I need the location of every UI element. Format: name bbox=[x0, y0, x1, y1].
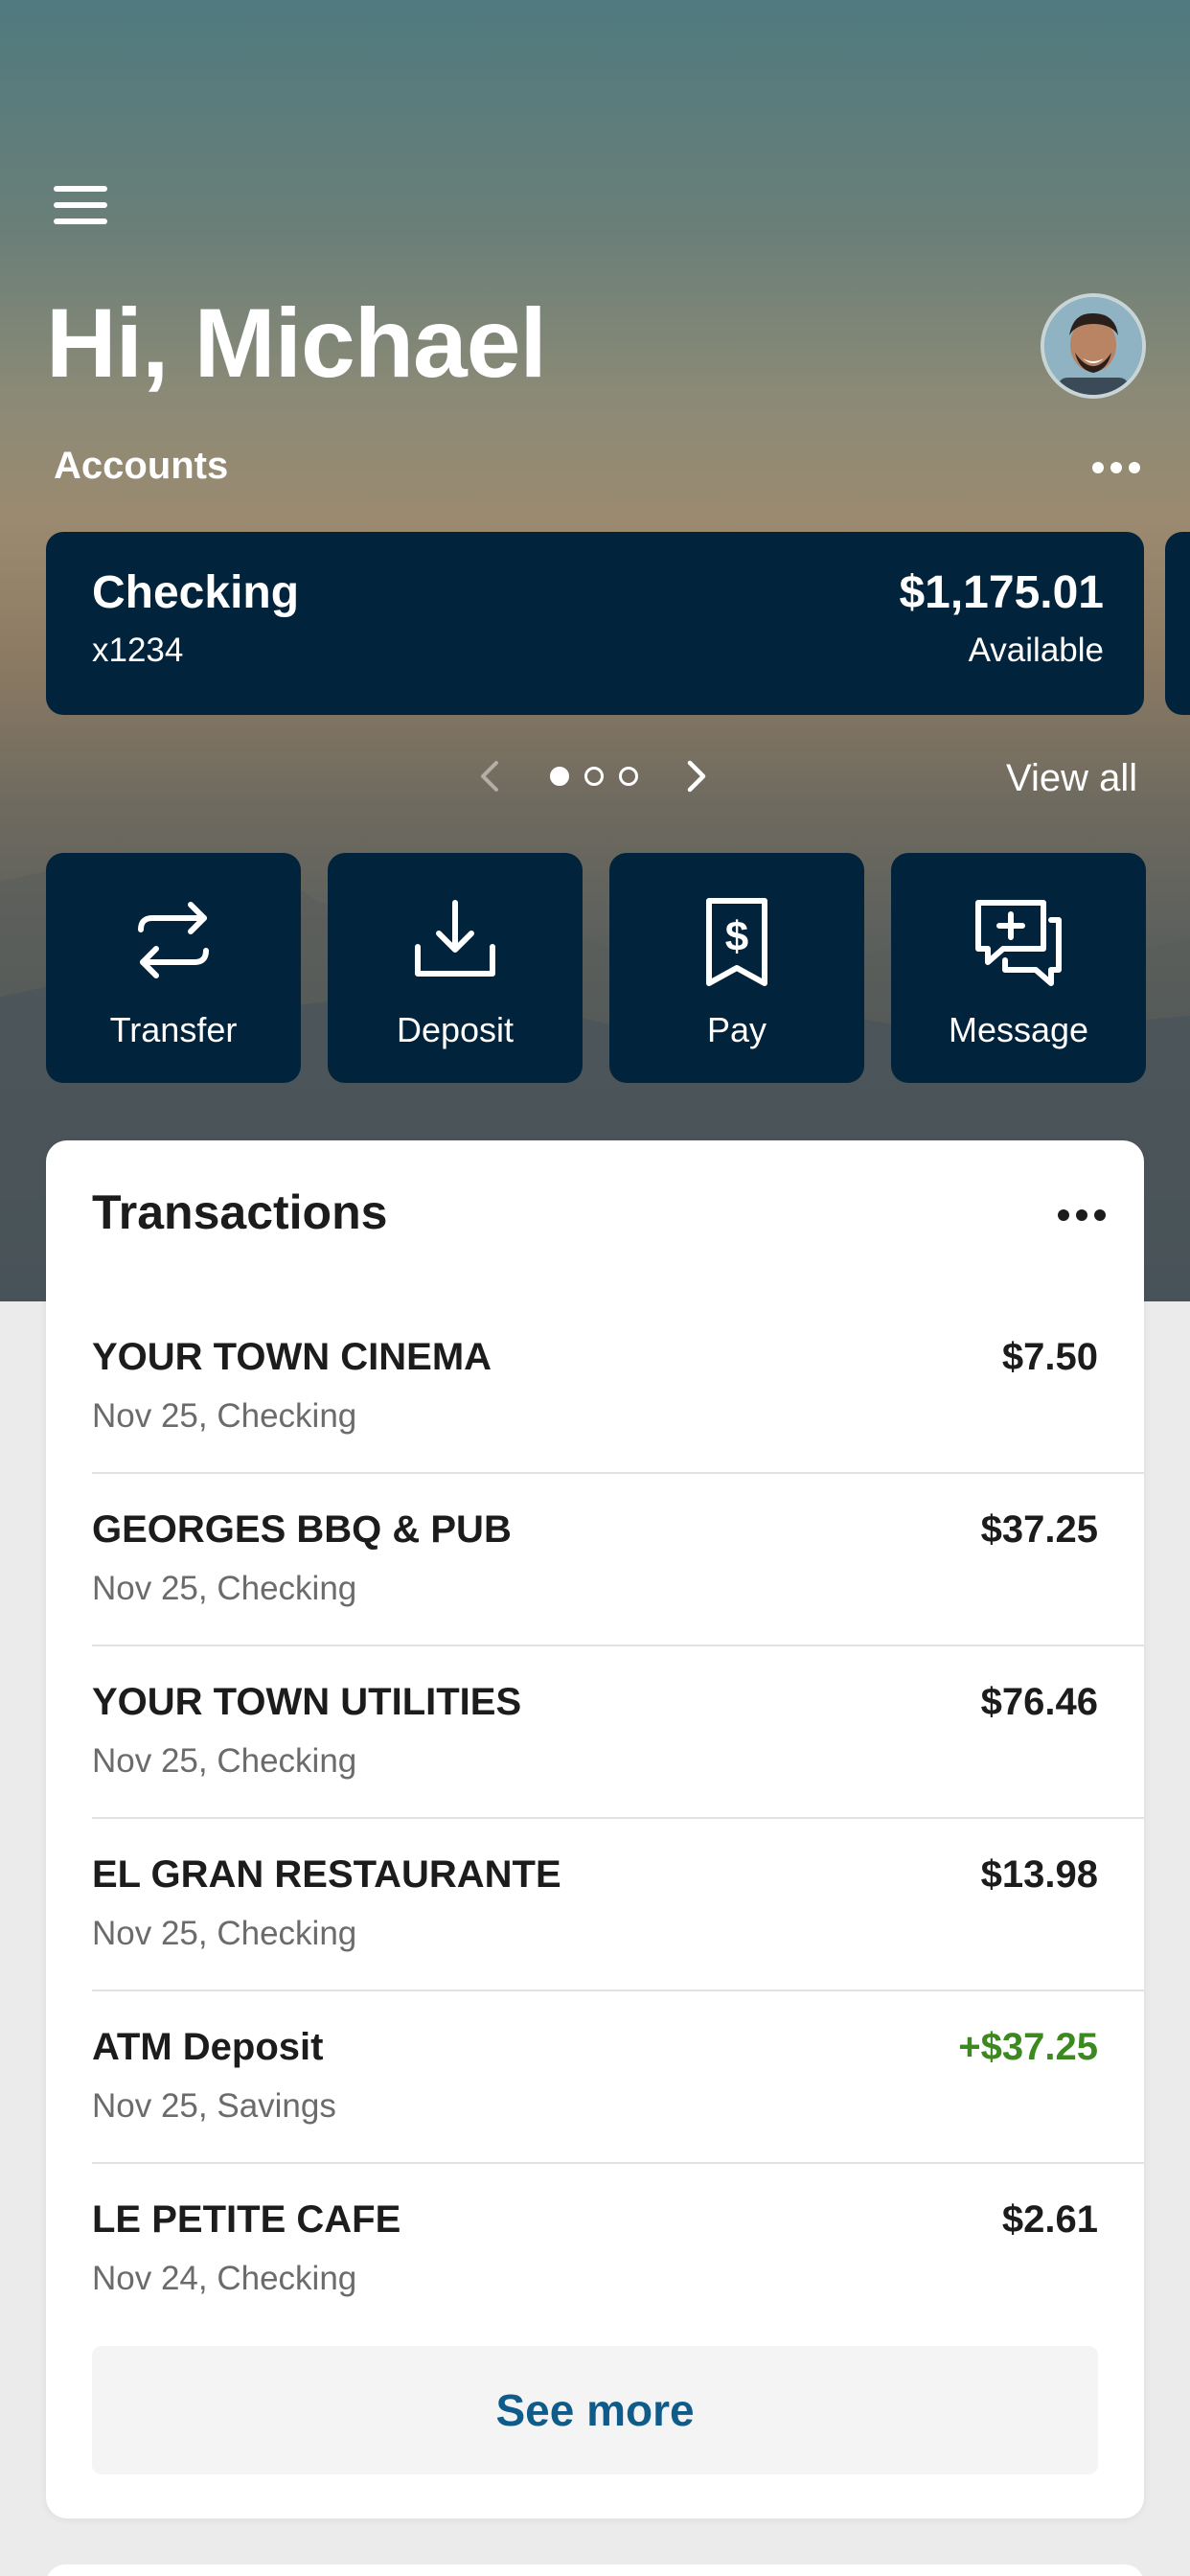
transfer-button[interactable]: Transfer bbox=[46, 853, 301, 1083]
see-more-button[interactable]: See more bbox=[92, 2346, 1098, 2474]
next-account-button[interactable] bbox=[676, 755, 715, 797]
transaction-meta: Nov 25, Checking bbox=[92, 1397, 357, 1435]
previous-account-button[interactable] bbox=[471, 755, 510, 797]
next-account-card[interactable] bbox=[1165, 532, 1190, 715]
greeting-title: Hi, Michael bbox=[46, 288, 547, 398]
transaction-row[interactable]: YOUR TOWN UTILITIES Nov 25, Checking $76… bbox=[92, 1646, 1144, 1819]
chat-plus-icon bbox=[975, 900, 1062, 986]
transaction-merchant: YOUR TOWN CINEMA bbox=[92, 1336, 492, 1378]
transfer-label: Transfer bbox=[109, 1010, 238, 1049]
profile-avatar-icon bbox=[1044, 297, 1142, 395]
account-number: x1234 bbox=[92, 632, 184, 669]
deposit-label: Deposit bbox=[396, 1010, 515, 1049]
accounts-more-button[interactable] bbox=[1092, 462, 1140, 473]
transaction-meta: Nov 24, Checking bbox=[92, 2260, 357, 2297]
transaction-row[interactable]: EL GRAN RESTAURANTE Nov 25, Checking $13… bbox=[92, 1819, 1144, 1991]
balance-label: Available bbox=[968, 632, 1104, 669]
dollar-receipt-icon: $ bbox=[706, 898, 767, 986]
svg-text:$: $ bbox=[725, 913, 748, 960]
download-tray-icon bbox=[415, 900, 495, 977]
transaction-row[interactable]: YOUR TOWN CINEMA Nov 25, Checking $7.50 bbox=[92, 1301, 1144, 1474]
message-button[interactable]: Message bbox=[891, 853, 1146, 1083]
accounts-label: Accounts bbox=[54, 445, 229, 487]
view-all-link[interactable]: View all bbox=[1006, 757, 1137, 800]
pay-button[interactable]: $ Pay bbox=[609, 853, 864, 1083]
transfer-arrows-icon bbox=[138, 902, 209, 978]
transaction-row[interactable]: LE PETITE CAFE Nov 24, Checking $2.61 bbox=[92, 2164, 1144, 2336]
transaction-merchant: LE PETITE CAFE bbox=[92, 2198, 401, 2241]
transactions-card: Transactions YOUR TOWN CINEMA Nov 25, Ch… bbox=[46, 1140, 1144, 2518]
transaction-merchant: YOUR TOWN UTILITIES bbox=[92, 1681, 522, 1723]
hamburger-menu-icon bbox=[54, 186, 107, 192]
transaction-amount: $2.61 bbox=[1001, 2198, 1098, 2241]
transactions-title: Transactions bbox=[92, 1185, 388, 1239]
transaction-amount: $37.25 bbox=[980, 1508, 1098, 1551]
chevron-left-icon bbox=[481, 761, 498, 792]
pager-dot-1[interactable] bbox=[550, 767, 569, 786]
transaction-row[interactable]: ATM Deposit Nov 25, Savings +$37.25 bbox=[92, 1991, 1144, 2164]
account-balance: $1,175.01 bbox=[899, 567, 1104, 618]
account-card-checking[interactable]: Checking x1234 $1,175.01 Available bbox=[46, 532, 1144, 715]
transaction-amount: $76.46 bbox=[980, 1681, 1098, 1723]
transaction-amount: $13.98 bbox=[980, 1853, 1098, 1896]
deposit-button[interactable]: Deposit bbox=[328, 853, 583, 1083]
transaction-merchant: EL GRAN RESTAURANTE bbox=[92, 1853, 561, 1896]
more-horizontal-icon bbox=[1092, 462, 1104, 473]
pay-label: Pay bbox=[706, 1010, 767, 1049]
menu-button[interactable] bbox=[54, 186, 107, 228]
transaction-amount: $7.50 bbox=[1001, 1336, 1098, 1378]
chevron-right-icon bbox=[687, 760, 706, 793]
transaction-merchant: GEORGES BBQ & PUB bbox=[92, 1508, 512, 1551]
transaction-row[interactable]: GEORGES BBQ & PUB Nov 25, Checking $37.2… bbox=[92, 1474, 1144, 1646]
transaction-merchant: ATM Deposit bbox=[92, 2026, 324, 2068]
message-label: Message bbox=[948, 1010, 1089, 1049]
pager-dot-2[interactable] bbox=[584, 767, 604, 786]
transaction-meta: Nov 25, Checking bbox=[92, 1570, 357, 1607]
account-name: Checking bbox=[92, 567, 300, 618]
transaction-meta: Nov 25, Checking bbox=[92, 1915, 357, 1952]
pager-dot-3[interactable] bbox=[619, 767, 638, 786]
more-horizontal-icon bbox=[1058, 1209, 1069, 1221]
transaction-meta: Nov 25, Checking bbox=[92, 1742, 357, 1780]
transaction-meta: Nov 25, Savings bbox=[92, 2087, 336, 2125]
transactions-more-button[interactable] bbox=[1058, 1209, 1106, 1221]
transaction-amount-credit: +$37.25 bbox=[958, 2026, 1098, 2068]
next-section-card bbox=[46, 2564, 1144, 2576]
avatar[interactable] bbox=[1041, 293, 1146, 399]
